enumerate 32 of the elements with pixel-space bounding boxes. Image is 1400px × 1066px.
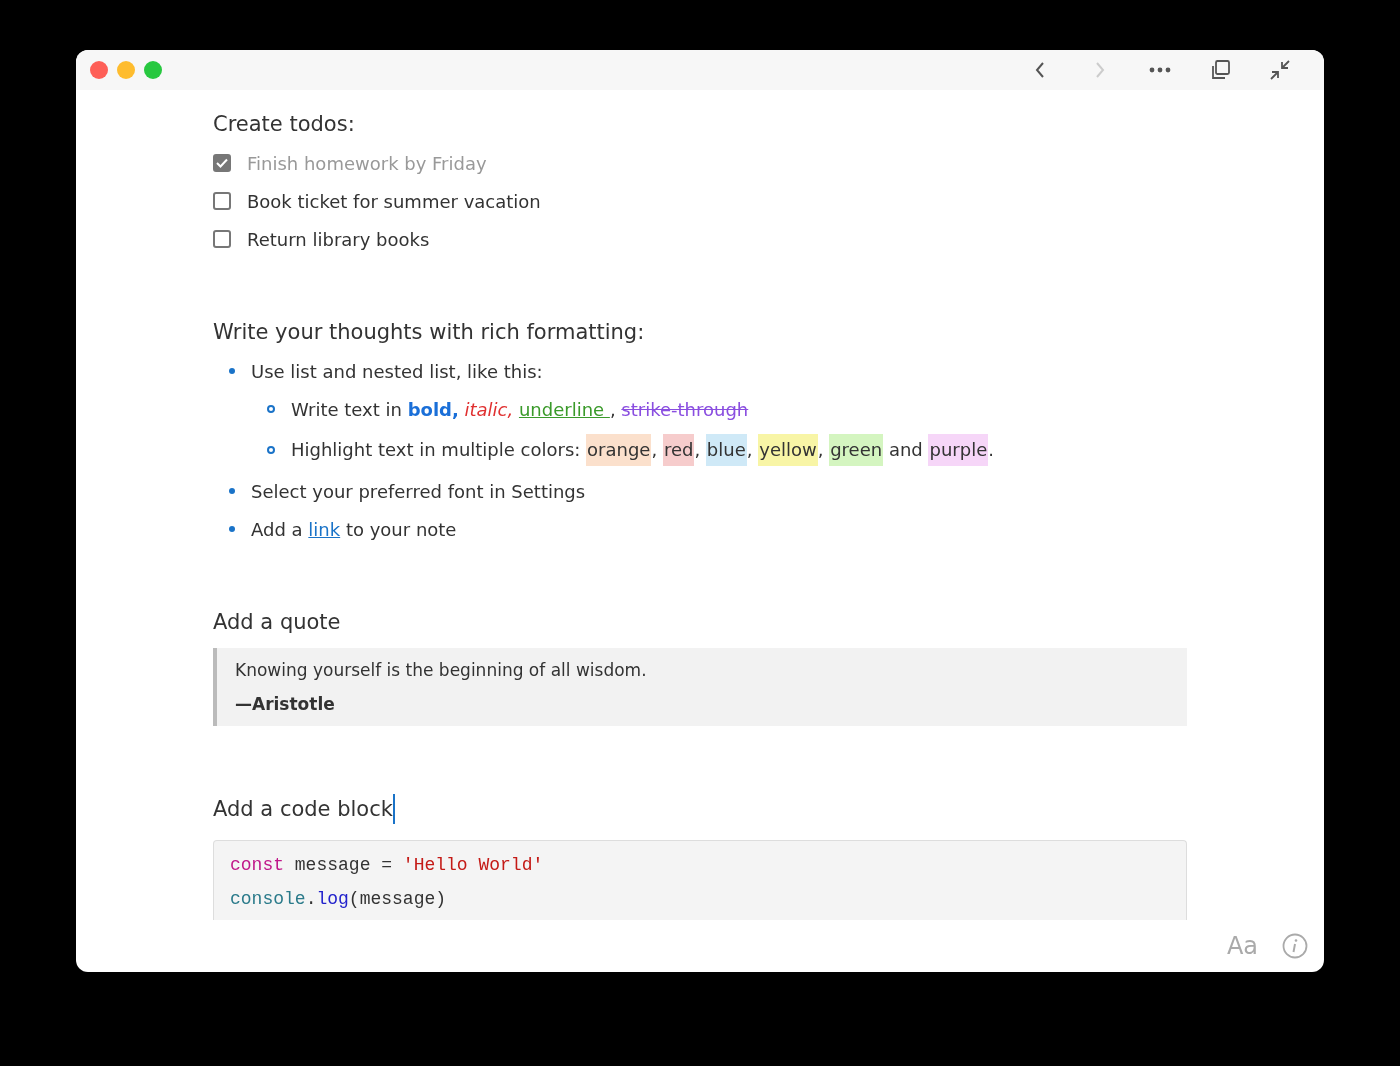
- checkbox[interactable]: [213, 192, 231, 210]
- copy-icon: [1209, 59, 1231, 81]
- code-line: const message = 'Hello World': [230, 855, 545, 875]
- bullet-icon: [267, 405, 275, 413]
- section-heading: Add a code block: [213, 797, 393, 821]
- list-item-text: Use list and nested list, like this:: [251, 360, 543, 382]
- list-item-text: Highlight text in multiple colors: orange, red, blue, yellow, green and purple.: [291, 434, 994, 466]
- section-heading: Add a quote: [213, 610, 341, 634]
- bullet-icon: [229, 526, 235, 532]
- bullet-icon: [229, 368, 235, 374]
- checkbox[interactable]: [213, 230, 231, 248]
- todo-text: Return library books: [247, 228, 430, 250]
- collapse-icon: [1269, 59, 1291, 81]
- bullet-icon: [267, 446, 275, 454]
- bullet-icon: [229, 488, 235, 494]
- quote-author: —Aristotle: [235, 694, 336, 714]
- close-button[interactable]: [90, 61, 108, 79]
- list-item-text: Write text in bold, italic, underline , strike-through: [291, 398, 749, 420]
- list-item-text: Add a link to your note: [251, 518, 457, 540]
- code-line: console.log(message): [230, 889, 448, 909]
- list-item-text: Select your preferred font in Settings: [251, 480, 586, 502]
- note-link[interactable]: link: [308, 518, 341, 540]
- back-icon: [1035, 61, 1045, 79]
- quote-text: Knowing yourself is the beginning of all wisdom.: [235, 660, 648, 680]
- checkbox[interactable]: [213, 154, 231, 172]
- todo-text: Finish homework by Friday: [247, 152, 487, 174]
- forward-icon: [1095, 61, 1105, 79]
- more-icon: [1149, 67, 1171, 73]
- section-heading: Write your thoughts with rich formatting:: [213, 320, 645, 344]
- section-heading: Create todos:: [213, 112, 355, 136]
- info-icon[interactable]: [1282, 933, 1308, 959]
- todo-text: Book ticket for summer vacation: [247, 190, 541, 212]
